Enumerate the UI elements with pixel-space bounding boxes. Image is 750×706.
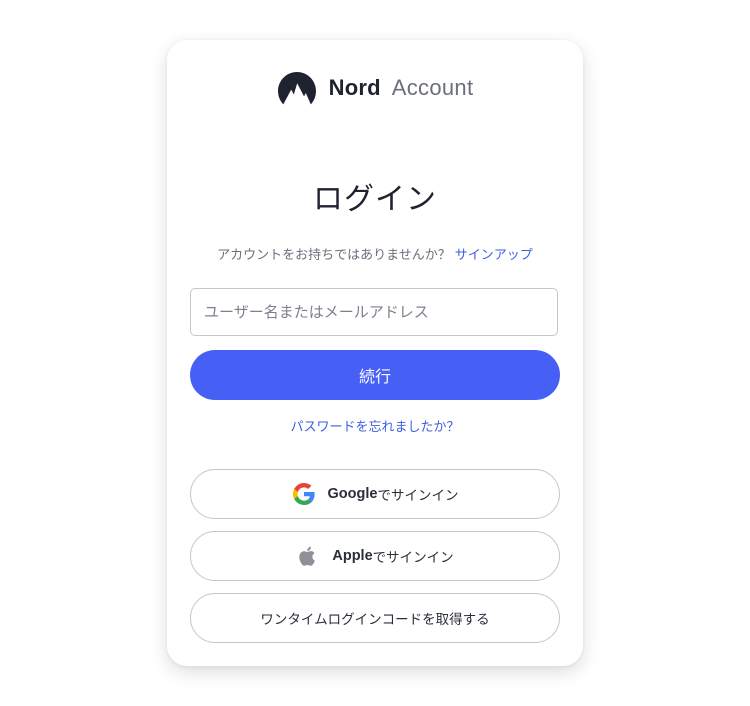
nord-mountain-icon — [277, 71, 317, 105]
apple-icon — [296, 544, 320, 568]
brand-product: Account — [391, 75, 474, 100]
nord-account-logo: Nord Account — [167, 70, 583, 106]
continue-button[interactable]: 続行 — [190, 350, 560, 400]
signup-prompt: アカウントをお持ちではありませんか？ サインアップ — [167, 244, 583, 263]
google-signin-button[interactable]: Google でサインイン — [190, 469, 560, 519]
google-label: Google — [327, 486, 378, 502]
brand-name: Nord — [328, 75, 381, 100]
apple-suffix: でサインイン — [372, 550, 454, 565]
one-time-code-button[interactable]: ワンタイムログインコードを取得する — [190, 593, 560, 643]
username-input[interactable] — [191, 289, 557, 335]
google-suffix: でサインイン — [377, 488, 459, 503]
page-title: ログイン — [313, 182, 437, 217]
no-account-text: アカウントをお持ちではありませんか？ — [217, 248, 451, 263]
login-card: Nord Account ログイン アカウントをお持ちではありませんか？ サインア… — [167, 40, 583, 666]
signup-link[interactable]: サインアップ — [455, 248, 533, 263]
username-field — [190, 288, 558, 336]
google-icon — [292, 482, 316, 506]
forgot-password-link[interactable]: パスワードを忘れましたか？ — [167, 416, 583, 435]
apple-label: Apple — [332, 548, 373, 564]
apple-signin-button[interactable]: Apple でサインイン — [190, 531, 560, 581]
